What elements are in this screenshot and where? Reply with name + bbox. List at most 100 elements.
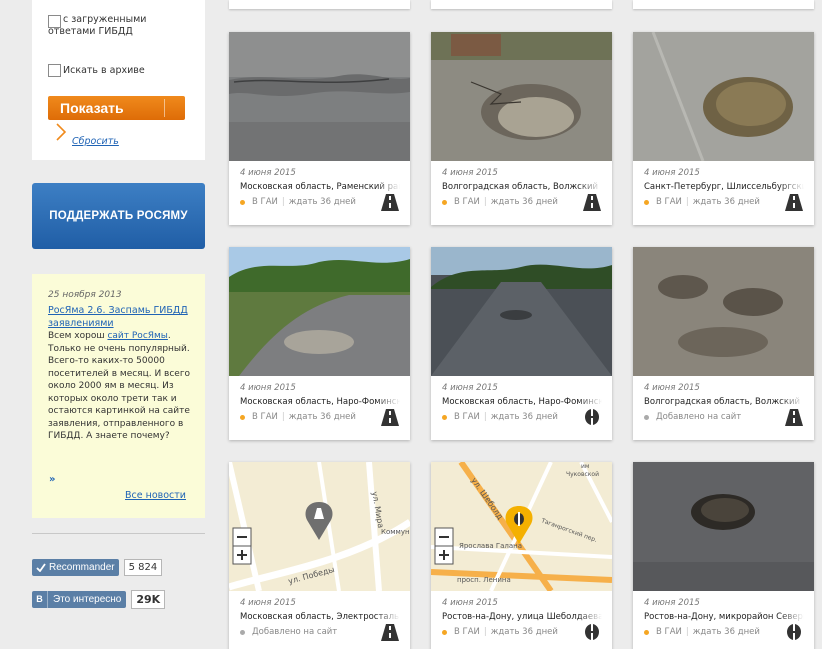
vk-like-button[interactable]: В Это интересно [32, 591, 127, 608]
pothole-card[interactable]: 4 июня 2015 Московская область, Наро-Фом… [229, 247, 410, 440]
status-label: В ГАИ [252, 412, 278, 422]
zoom-in-icon[interactable] [232, 545, 252, 565]
news-title-link[interactable]: РосЯма 2.6. Заспамь ГИБДД заявлениями [48, 304, 198, 330]
card-date: 4 июня 2015 [240, 168, 296, 178]
card-address[interactable]: Московская область, Наро-Фоминск [442, 397, 602, 407]
road-icon [381, 624, 399, 641]
card-address[interactable]: Ростов-на-Дону, микрорайон Северный [644, 612, 804, 622]
status-separator: | [281, 197, 285, 207]
card-address[interactable]: Московская область, Раменский район [240, 182, 400, 192]
news-text-start: Всем хорош [48, 331, 108, 341]
card-date: 4 июня 2015 [644, 383, 700, 393]
pothole-card[interactable]: 4 июня 2015 Волгоградская область, Волжс… [633, 247, 814, 440]
card-date: 4 июня 2015 [442, 383, 498, 393]
status-label: В ГАИ [454, 627, 480, 637]
pothole-card[interactable]: 4 июня 2015 Ростов-на-Дону, микрорайон С… [633, 462, 814, 649]
checkbox-gibdd-row[interactable]: с загруженными ответами ГИБДД [48, 14, 178, 38]
archive-label[interactable]: Искать в архиве [63, 65, 145, 77]
wait-label: ждать 36 дней [490, 197, 558, 207]
card-date: 4 июня 2015 [442, 598, 498, 608]
map-street-label: Ярослава Галана [459, 542, 522, 550]
zoom-in-icon[interactable] [434, 545, 454, 565]
pothole-card[interactable]: ул. Шеболд Чуковской Таганрогский пер. Я… [431, 462, 612, 649]
card-top-stub [431, 0, 612, 9]
vk-label: Это интересно [53, 594, 122, 605]
support-rosyama-button[interactable]: ПОДДЕРЖАТЬ РОСЯМУ [32, 183, 205, 249]
road-icon [381, 409, 399, 426]
wait-label: ждать 36 дней [490, 412, 558, 422]
wait-label: ждать 36 дней [288, 197, 356, 207]
pothole-card[interactable]: 4 июня 2015 Московская область, Наро-Фом… [431, 247, 612, 440]
card-status: В ГАИ | ждать 36 дней [240, 412, 356, 422]
zoom-out-icon[interactable] [232, 527, 252, 547]
news-block: 25 ноября 2013 РосЯма 2.6. Заспамь ГИБДД… [32, 274, 205, 518]
card-date: 4 июня 2015 [240, 383, 296, 393]
card-address[interactable]: Московская область, Электросталь [240, 612, 400, 622]
map-street-label: Коммун [381, 528, 410, 536]
status-label: Добавлено на сайт [252, 627, 338, 637]
recommend-count: 5 824 [123, 559, 163, 576]
pothole-card[interactable]: ул. Мира Коммун ул. Победы 4 июня 2015 М… [229, 462, 410, 649]
status-separator: | [685, 627, 689, 637]
pothole-photo[interactable] [431, 32, 612, 161]
card-status: Добавлено на сайт [644, 412, 741, 422]
pothole-card[interactable]: 4 июня 2015 Московская область, Раменски… [229, 32, 410, 225]
hatch-icon [585, 623, 599, 641]
status-label: В ГАИ [454, 412, 480, 422]
all-news-link[interactable]: Все новости [125, 490, 186, 501]
card-date: 4 июня 2015 [644, 598, 700, 608]
pothole-card[interactable]: 4 июня 2015 Волгоградская область, Волжс… [431, 32, 612, 225]
archive-checkbox[interactable] [48, 64, 61, 77]
zoom-out-icon[interactable] [434, 527, 454, 547]
vk-widget: В Это интересно 29K [32, 590, 166, 609]
checkbox-archive-row[interactable]: Искать в архиве [48, 63, 145, 77]
wait-label: ждать 36 дней [490, 627, 558, 637]
news-body: Всем хорош сайт РосЯмы. Только не очень … [48, 330, 198, 443]
show-button[interactable]: Показать [48, 96, 185, 120]
road-icon [785, 194, 803, 211]
status-dot [644, 199, 649, 205]
pothole-photo[interactable] [633, 32, 814, 161]
status-separator: | [483, 412, 487, 422]
map-thumbnail[interactable]: ул. Шеболд Чуковской Таганрогский пер. Я… [431, 462, 612, 591]
vk-logo-icon: В [32, 591, 48, 608]
pothole-photo[interactable] [431, 247, 612, 376]
pothole-photo[interactable] [229, 247, 410, 376]
pothole-photo[interactable] [633, 247, 814, 376]
status-separator: | [281, 412, 285, 422]
status-label: В ГАИ [252, 197, 278, 207]
card-address[interactable]: Московская область, Наро-Фоминск [240, 397, 400, 407]
road-icon [381, 194, 399, 211]
recommend-widget: Recommander 5 824 [32, 559, 163, 576]
show-button-label: Показать [60, 100, 124, 116]
recommend-label: Recommander [49, 562, 115, 573]
pothole-photo[interactable] [633, 462, 814, 591]
card-address[interactable]: Волгоградская область, Волжский [644, 397, 804, 407]
map-thumbnail[interactable]: ул. Мира Коммун ул. Победы [229, 462, 410, 591]
card-top-stub [633, 0, 814, 9]
news-more-link[interactable]: » [49, 474, 55, 485]
status-dot [442, 629, 447, 635]
card-status: В ГАИ | ждать 36 дней [644, 627, 760, 637]
card-address[interactable]: Санкт-Петербург, Шлиссельбургский [644, 182, 804, 192]
card-address[interactable]: Ростов-на-Дону, улица Шеболдаева [442, 612, 602, 622]
check-icon [36, 563, 46, 572]
news-site-link[interactable]: сайт РосЯмы [107, 331, 167, 341]
status-dot [644, 629, 649, 635]
hatch-icon [585, 408, 599, 426]
map-street-label: просп. Ленина [457, 576, 511, 584]
button-divider [164, 99, 165, 117]
status-separator: | [483, 197, 487, 207]
chevron-right-icon [56, 123, 67, 141]
pothole-card[interactable]: 4 июня 2015 Санкт-Петербург, Шлиссельбур… [633, 32, 814, 225]
card-status: В ГАИ | ждать 36 дней [442, 197, 558, 207]
status-dot [442, 199, 447, 205]
card-address[interactable]: Волгоградская область, Волжский [442, 182, 602, 192]
recommend-button[interactable]: Recommander [32, 559, 119, 576]
gibdd-answers-label[interactable]: с загруженными ответами ГИБДД [48, 14, 178, 38]
card-status: В ГАИ | ждать 36 дней [240, 197, 356, 207]
card-date: 4 июня 2015 [240, 598, 296, 608]
card-status: В ГАИ | ждать 36 дней [644, 197, 760, 207]
pothole-photo[interactable] [229, 32, 410, 161]
reset-link[interactable]: Сбросить [72, 136, 119, 147]
